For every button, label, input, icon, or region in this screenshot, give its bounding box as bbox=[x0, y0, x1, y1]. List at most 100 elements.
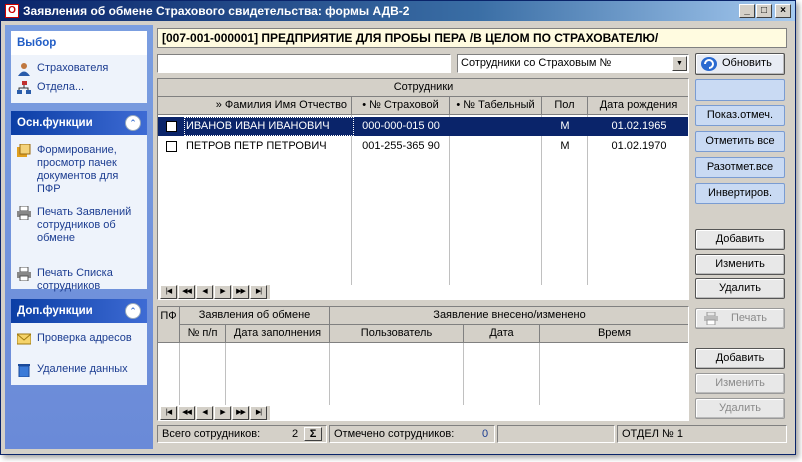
col-group-modified: Заявление внесено/изменено bbox=[330, 307, 688, 325]
nav-next-page-button[interactable]: ▶▶ bbox=[232, 285, 249, 299]
col-header-tab-number[interactable]: • № Табельный bbox=[450, 97, 542, 115]
nav-next-button[interactable]: ▶ bbox=[214, 406, 231, 420]
nav-first-button[interactable]: |◀ bbox=[160, 406, 177, 420]
collapse-chevron-icon[interactable]: ⌃ bbox=[125, 115, 141, 131]
task-delete-data[interactable]: Удаление данных bbox=[11, 360, 147, 379]
task-check-addresses[interactable]: Проверка адресов bbox=[11, 329, 147, 348]
task-select-department[interactable]: Отдела... bbox=[11, 78, 147, 97]
sum-icon[interactable]: Σ bbox=[304, 427, 322, 441]
row-checkbox[interactable] bbox=[166, 141, 177, 152]
col-header-pf[interactable]: ПФ bbox=[158, 307, 180, 343]
show-marked-button[interactable]: Показ.отмеч. bbox=[695, 105, 785, 126]
printer-icon bbox=[17, 206, 31, 220]
insurer-header: [007-001-000001] ПРЕДПРИЯТИЕ ДЛЯ ПРОБЫ П… bbox=[157, 28, 787, 48]
nav-prev-page-button[interactable]: ◀◀ bbox=[178, 285, 195, 299]
refresh-button[interactable]: Обновить bbox=[695, 53, 785, 75]
grid-line bbox=[225, 343, 226, 405]
status-total-label: Всего сотрудников: bbox=[162, 428, 261, 440]
status-total-value: 2 bbox=[292, 428, 299, 440]
col-header-number[interactable]: № п/п bbox=[180, 325, 226, 343]
collapse-chevron-icon[interactable]: ⌃ bbox=[125, 303, 141, 319]
cell-fullname: ИВАНОВ ИВАН ИВАНОВИЧ bbox=[186, 120, 330, 132]
task-select-insurer[interactable]: Страхователя bbox=[11, 59, 147, 78]
status-department: ОТДЕЛ № 1 bbox=[617, 425, 787, 443]
mark-all-button[interactable]: Отметить все bbox=[695, 131, 785, 152]
search-input[interactable] bbox=[157, 54, 451, 73]
print-icon bbox=[704, 312, 718, 325]
window-title: Заявления об обмене Страхового свидетель… bbox=[23, 4, 410, 18]
unmark-all-button[interactable]: Разотмет.все bbox=[695, 157, 785, 178]
nav-last-button[interactable]: ▶| bbox=[250, 285, 267, 299]
col-header-sex[interactable]: Пол bbox=[542, 97, 588, 115]
print-button[interactable]: Печать bbox=[695, 308, 785, 329]
org-structure-icon bbox=[17, 81, 31, 94]
grid-line bbox=[463, 343, 464, 405]
nav-last-button[interactable]: ▶| bbox=[250, 406, 267, 420]
col-group-applications: Заявления об обмене bbox=[180, 307, 330, 325]
col-header-fill-date[interactable]: Дата заполнения bbox=[226, 325, 330, 343]
table-row[interactable]: ПЕТРОВ ПЕТР ПЕТРОВИЧ 001-255-365 90 М 01… bbox=[158, 137, 688, 156]
person-icon bbox=[18, 63, 30, 76]
applications-grid: ПФ Заявления об обмене Заявление внесено… bbox=[157, 306, 689, 421]
app-icon: О bbox=[5, 4, 19, 18]
task-label: Формирование, просмотр пачек документов … bbox=[37, 144, 119, 195]
close-button[interactable]: × bbox=[775, 4, 791, 18]
maximize-button[interactable]: □ bbox=[756, 4, 772, 18]
nav-prev-button[interactable]: ◀ bbox=[196, 285, 213, 299]
print-label: Печать bbox=[730, 312, 768, 324]
edit-application-button[interactable]: Изменить bbox=[695, 373, 785, 394]
cell-snils: 000-000-015 00 bbox=[362, 120, 440, 132]
status-empty bbox=[497, 425, 615, 443]
delete-application-button[interactable]: Удалить bbox=[695, 398, 785, 419]
nav-prev-page-button[interactable]: ◀◀ bbox=[178, 406, 195, 420]
col-header-snils[interactable]: • № Страховой bbox=[352, 97, 450, 115]
task-label: Удаление данных bbox=[37, 363, 128, 375]
col-header-date[interactable]: Дата bbox=[464, 325, 540, 343]
cell-fullname: ПЕТРОВ ПЕТР ПЕТРОВИЧ bbox=[186, 140, 327, 152]
trash-icon bbox=[18, 364, 30, 377]
status-marked-label: Отмечено сотрудников: bbox=[334, 428, 455, 440]
col-header-birthdate[interactable]: Дата рождения bbox=[588, 97, 688, 115]
row-checkbox[interactable] bbox=[166, 121, 177, 132]
refresh-icon bbox=[701, 57, 717, 71]
task-form-batches[interactable]: Формирование, просмотр пачек документов … bbox=[11, 141, 147, 199]
main-window: О Заявления об обмене Страхового свидете… bbox=[0, 0, 796, 455]
edit-employee-button[interactable]: Изменить bbox=[695, 254, 785, 275]
task-label: Печать Списка сотрудников bbox=[37, 267, 113, 292]
task-label: Страхователя bbox=[37, 62, 109, 74]
task-print-employee-list[interactable]: Печать Списка сотрудников bbox=[11, 264, 147, 296]
col-header-time[interactable]: Время bbox=[540, 325, 688, 343]
employees-nav-bar: |◀ ◀◀ ◀ ▶ ▶▶ ▶| bbox=[160, 285, 270, 299]
invert-button[interactable]: Инвертиров. bbox=[695, 183, 785, 204]
status-marked-value: 0 bbox=[482, 428, 489, 440]
cell-sex: М bbox=[560, 120, 570, 132]
chevron-down-icon[interactable]: ▼ bbox=[672, 56, 687, 71]
task-print-applications[interactable]: Печать Заявлений сотрудников об обмене bbox=[11, 203, 147, 248]
title-bar[interactable]: О Заявления об обмене Страхового свидете… bbox=[1, 1, 795, 21]
employee-filter-select[interactable]: Сотрудники со Страховым № ▼ bbox=[457, 54, 689, 73]
delete-employee-button[interactable]: Удалить bbox=[695, 278, 785, 299]
cell-snils: 001-255-365 90 bbox=[362, 140, 440, 152]
nav-prev-button[interactable]: ◀ bbox=[196, 406, 213, 420]
grid-line bbox=[329, 343, 330, 405]
table-row[interactable]: ИВАНОВ ИВАН ИВАНОВИЧ 000-000-015 00 М 01… bbox=[158, 117, 688, 136]
envelope-icon bbox=[17, 333, 31, 345]
add-employee-button[interactable]: Добавить bbox=[695, 229, 785, 250]
col-header-fullname[interactable]: » Фамилия Имя Отчество bbox=[158, 97, 352, 115]
filter-selected-value: Сотрудники со Страховым № bbox=[461, 57, 612, 69]
group-select-title: Выбор bbox=[11, 31, 147, 55]
applications-nav-bar: |◀ ◀◀ ◀ ▶ ▶▶ ▶| bbox=[160, 406, 270, 420]
minimize-button[interactable]: _ bbox=[739, 4, 755, 18]
nav-next-button[interactable]: ▶ bbox=[214, 285, 231, 299]
cell-tab-number bbox=[450, 117, 542, 136]
nav-first-button[interactable]: |◀ bbox=[160, 285, 177, 299]
employees-grid: Сотрудники » Фамилия Имя Отчество • № Ст… bbox=[157, 78, 689, 300]
add-application-button[interactable]: Добавить bbox=[695, 348, 785, 369]
grid-line bbox=[179, 343, 180, 405]
grid-line bbox=[539, 343, 540, 405]
refresh-label: Обновить bbox=[722, 57, 772, 69]
col-header-user[interactable]: Пользователь bbox=[330, 325, 464, 343]
panel-splitter[interactable] bbox=[157, 300, 689, 304]
nav-next-page-button[interactable]: ▶▶ bbox=[232, 406, 249, 420]
documents-icon bbox=[17, 144, 31, 157]
